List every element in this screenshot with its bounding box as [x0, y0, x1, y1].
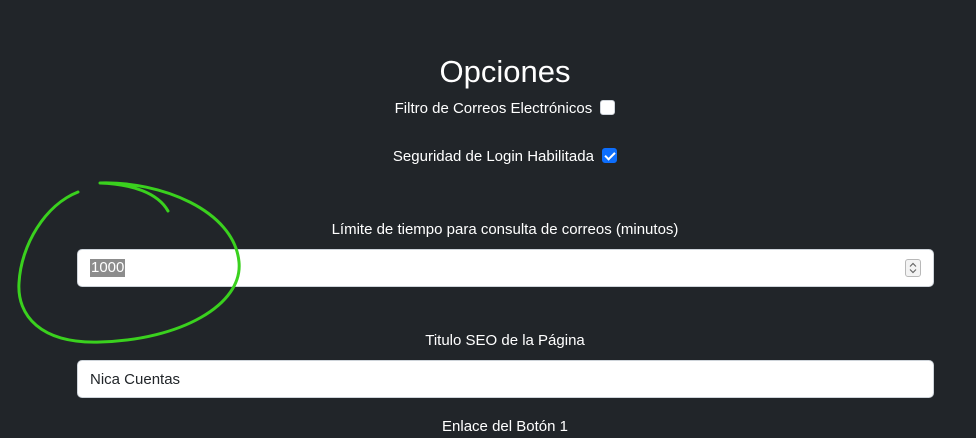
login-security-label: Seguridad de Login Habilitada: [392, 148, 594, 166]
login-security-row: Seguridad de Login Habilitada: [0, 147, 976, 167]
login-security-checkbox[interactable]: [602, 147, 618, 163]
email-filter-row: Filtro de Correos Electrónicos: [0, 99, 976, 119]
email-filter-label: Filtro de Correos Electrónicos: [394, 100, 593, 118]
time-limit-label: Límite de tiempo para consulta de correo…: [331, 221, 679, 238]
seo-title-label: Titulo SEO de la Página: [425, 332, 585, 349]
seo-title-field[interactable]: [90, 361, 890, 397]
email-filter-checkbox[interactable]: [600, 99, 616, 115]
page-title: Opciones: [439, 54, 571, 89]
time-limit-input[interactable]: 1000: [77, 249, 934, 287]
time-limit-value: 1000: [90, 259, 126, 277]
spinner-arrows-icon[interactable]: [905, 259, 921, 277]
seo-title-input[interactable]: [77, 360, 934, 398]
button1-link-label: Enlace del Botón 1: [442, 418, 568, 435]
